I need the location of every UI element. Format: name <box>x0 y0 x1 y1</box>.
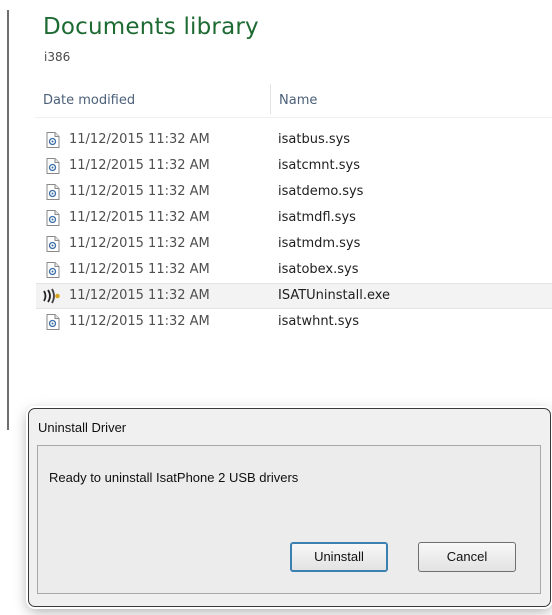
column-header-name[interactable]: Name <box>279 86 539 116</box>
dialog-title: Uninstall Driver <box>38 420 127 435</box>
uninstall-driver-dialog: Uninstall Driver Ready to uninstall Isat… <box>28 408 551 607</box>
library-subtitle: i386 <box>44 50 71 64</box>
file-row[interactable]: 11/12/2015 11:32 AM isatcmnt.sys <box>36 153 552 179</box>
column-header-date-modified[interactable]: Date modified <box>43 86 269 116</box>
file-row[interactable]: 11/12/2015 11:32 AM isatmdfl.sys <box>36 205 552 231</box>
file-date-modified: 11/12/2015 11:32 AM <box>69 288 210 303</box>
file-name: isatcmnt.sys <box>278 158 360 173</box>
column-divider[interactable] <box>270 84 271 114</box>
file-name: isatmdm.sys <box>278 236 361 251</box>
file-row[interactable]: 11/12/2015 11:32 AM isatbus.sys <box>36 127 552 153</box>
system-file-icon <box>46 236 60 252</box>
file-name: isatdemo.sys <box>278 184 364 199</box>
file-date-modified: 11/12/2015 11:32 AM <box>69 158 210 173</box>
file-date-modified: 11/12/2015 11:32 AM <box>69 236 210 251</box>
system-file-icon <box>46 314 60 330</box>
file-date-modified: 11/12/2015 11:32 AM <box>69 314 210 329</box>
file-row[interactable]: 11/12/2015 11:32 AM isatwhnt.sys <box>36 309 552 335</box>
dialog-body: Ready to uninstall IsatPhone 2 USB drive… <box>37 445 541 594</box>
file-date-modified: 11/12/2015 11:32 AM <box>69 184 210 199</box>
file-row[interactable]: 11/12/2015 11:32 AM isatmdm.sys <box>36 231 552 257</box>
header-separator <box>35 117 552 118</box>
dialog-message: Ready to uninstall IsatPhone 2 USB drive… <box>49 470 299 485</box>
left-border-line <box>7 10 9 430</box>
cancel-button[interactable]: Cancel <box>418 542 516 572</box>
file-name: ISATUninstall.exe <box>278 288 391 303</box>
file-row[interactable]: 11/12/2015 11:32 AM ISATUninstall.exe <box>36 283 552 309</box>
satellite-app-icon <box>43 288 60 304</box>
file-row[interactable]: 11/12/2015 11:32 AM isatdemo.sys <box>36 179 552 205</box>
system-file-icon <box>46 184 60 200</box>
system-file-icon <box>46 262 60 278</box>
file-date-modified: 11/12/2015 11:32 AM <box>69 262 210 277</box>
file-name: isatobex.sys <box>278 262 359 277</box>
file-row[interactable]: 11/12/2015 11:32 AM isatobex.sys <box>36 257 552 283</box>
file-name: isatwhnt.sys <box>278 314 360 329</box>
library-title: Documents library <box>43 14 259 40</box>
system-file-icon <box>46 158 60 174</box>
file-name: isatmdfl.sys <box>278 210 356 225</box>
uninstall-button[interactable]: Uninstall <box>290 542 388 572</box>
system-file-icon <box>46 210 60 226</box>
file-name: isatbus.sys <box>278 132 351 147</box>
system-file-icon <box>46 132 60 148</box>
file-date-modified: 11/12/2015 11:32 AM <box>69 132 210 147</box>
file-date-modified: 11/12/2015 11:32 AM <box>69 210 210 225</box>
